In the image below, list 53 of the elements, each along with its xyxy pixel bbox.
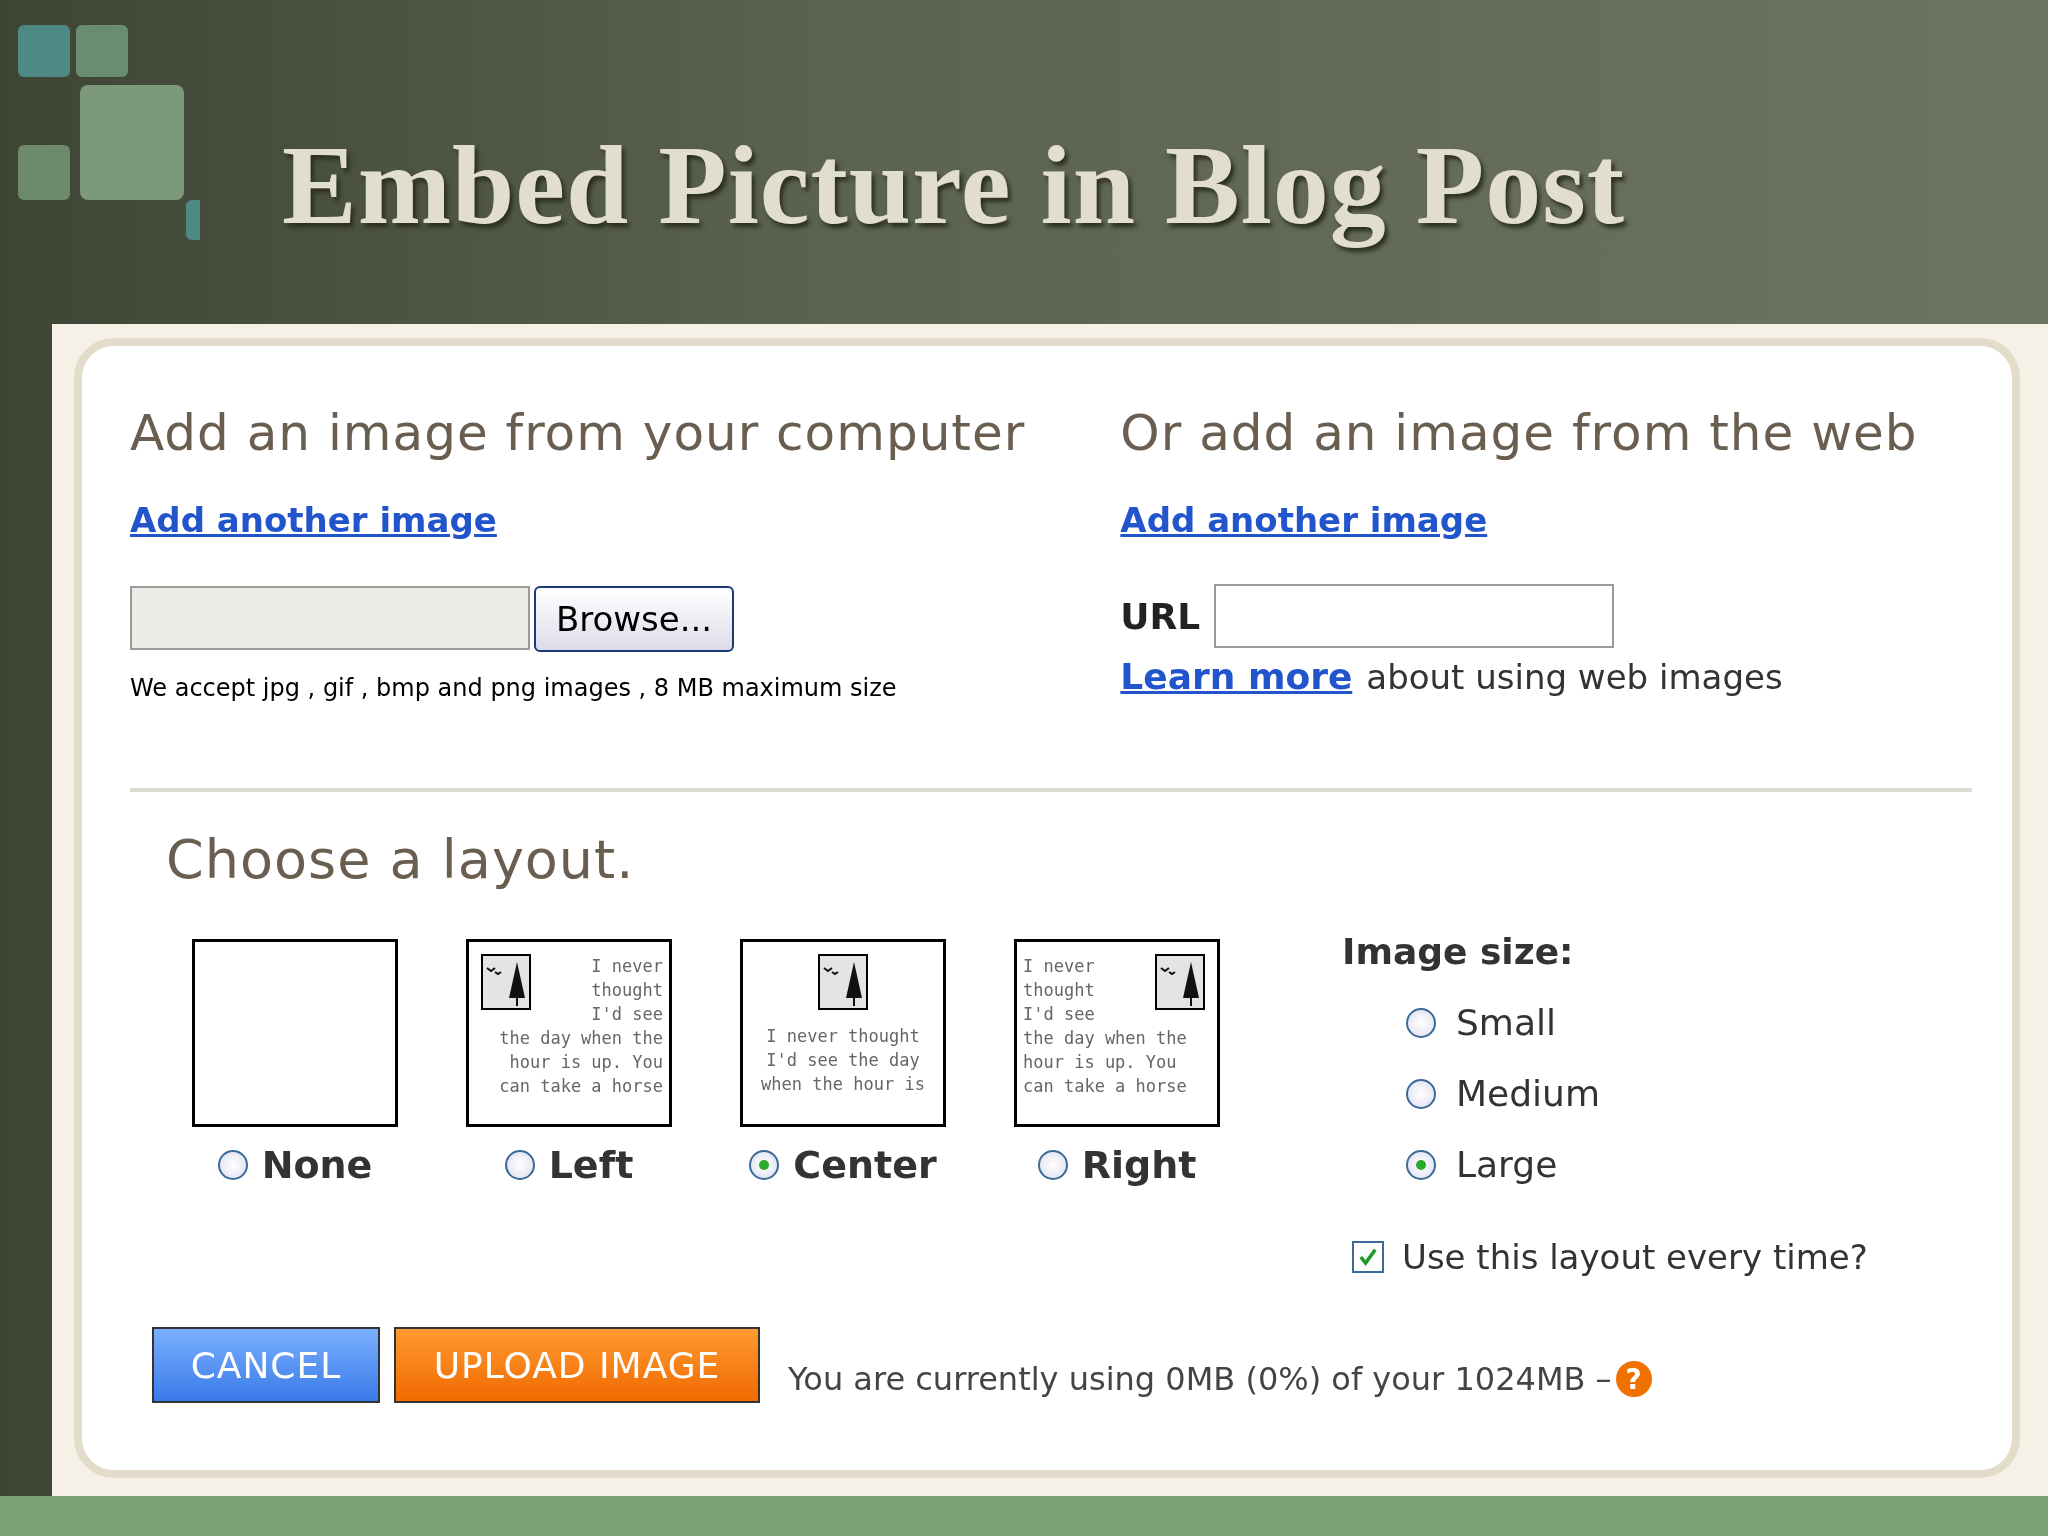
sample-text-line: I never <box>1023 955 1095 978</box>
size-radio[interactable] <box>1406 1149 1436 1180</box>
section-heading: Add an image from your computer <box>130 404 1026 462</box>
image-size-label: Image size: <box>1342 931 1575 972</box>
sample-text-line: the day when the <box>498 1027 663 1050</box>
layout-radio[interactable] <box>749 1150 780 1180</box>
url-field[interactable] <box>1214 584 1615 648</box>
tree-picture-icon <box>481 954 531 1010</box>
sample-text-line: thought <box>591 979 663 1002</box>
storage-usage-text: You are currently using 0MB (0%) of your 1024MB – <box>788 1360 1612 1398</box>
sample-text-line: hour is up. You <box>508 1051 663 1074</box>
tree-picture-icon <box>1155 954 1205 1010</box>
remember-label: Use this layout every time? <box>1402 1237 1868 1277</box>
layout-preview[interactable]: I never thought I'd see the day when the hour is <box>740 939 946 1127</box>
layout-radio[interactable] <box>1037 1150 1068 1180</box>
layout-label: Left <box>548 1143 634 1187</box>
learn-more-link[interactable]: Learn more <box>1120 656 1353 697</box>
sample-text-line: thought <box>1023 979 1095 1002</box>
add-image-link[interactable]: Add another image <box>130 500 497 540</box>
sample-text-line: when the hour is <box>760 1073 926 1096</box>
learn-more-text: about using web images <box>1366 657 1783 697</box>
sample-text-line: I'd see <box>591 1003 663 1026</box>
sample-text-line: the day when the <box>1023 1027 1188 1050</box>
section-heading: Or add an image from the web <box>1120 404 1918 462</box>
layout-radio[interactable] <box>504 1150 535 1180</box>
size-label: Large <box>1456 1144 1558 1185</box>
size-radio[interactable] <box>1406 1078 1436 1109</box>
add-image-link[interactable]: Add another image <box>1120 500 1488 540</box>
slide-title: Embed Picture in Blog Post <box>282 122 1627 250</box>
layout-heading: Choose a layout. <box>166 828 636 891</box>
sample-text-line: I never thought <box>765 1025 921 1048</box>
layout-preview[interactable] <box>192 939 398 1127</box>
layout-radio[interactable] <box>217 1150 248 1180</box>
layout-label: Center <box>793 1143 937 1187</box>
url-label: URL <box>1120 595 1201 637</box>
remember-checkbox[interactable] <box>1352 1241 1384 1273</box>
sample-text-line: I'd see <box>1023 1003 1095 1026</box>
tree-picture-icon <box>818 954 868 1010</box>
sample-text-line: I never <box>591 955 663 978</box>
file-path-field[interactable] <box>130 586 530 650</box>
sample-text-line: can take a horse <box>1023 1075 1188 1098</box>
file-types-note: We accept jpg , gif , bmp and png images , 8 MB maximum size <box>130 674 897 702</box>
layout-preview[interactable]: I never thought I'd see the day when the hour is up. You can take a horse <box>466 939 672 1127</box>
layout-preview[interactable]: I never thought I'd see the day when the hour is up. You can take a horse <box>1014 939 1220 1127</box>
layout-label: None <box>261 1143 373 1187</box>
browse-button[interactable]: Browse... <box>534 586 734 652</box>
size-radio[interactable] <box>1406 1007 1436 1038</box>
sample-text-line: can take a horse <box>498 1075 663 1098</box>
size-label: Small <box>1456 1002 1556 1043</box>
layout-label: Right <box>1081 1143 1197 1187</box>
size-label: Medium <box>1456 1073 1600 1114</box>
sample-text-line: I'd see the day <box>765 1049 921 1072</box>
sample-text-line: hour is up. You <box>1023 1051 1178 1074</box>
